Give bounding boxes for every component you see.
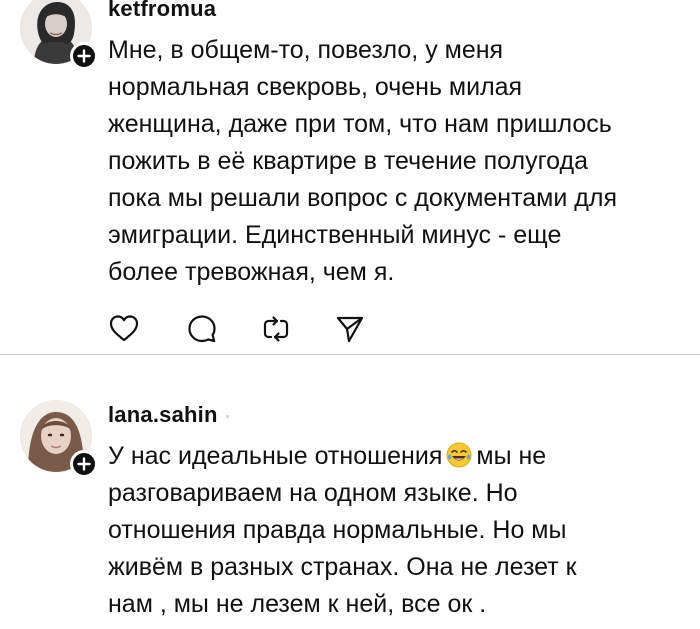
text-line: пожить в её квартире в течение полугода: [108, 147, 589, 175]
text-before-emoji: У нас идеальные отношения: [108, 442, 443, 470]
add-follow-badge[interactable]: [70, 42, 98, 70]
text-line: живём в разных странах. Она не лезет к: [108, 553, 577, 581]
text-line: эмиграции. Единственный минус - еще: [108, 221, 562, 249]
comment-button[interactable]: [186, 313, 218, 345]
plus-icon: [77, 49, 91, 63]
avatar[interactable]: [20, 0, 98, 70]
text-line: пока мы решали вопрос с документами для: [108, 184, 617, 212]
comment-icon: [188, 315, 216, 343]
text-line: нормальная свекровь, очень милая: [108, 73, 523, 101]
username[interactable]: ketfromua: [108, 0, 216, 22]
post-divider: [0, 354, 700, 355]
text-line: Мне, в общем-то, повезло, у меня: [108, 36, 504, 64]
post-text: У нас идеальные отношения мы не разговар…: [108, 438, 694, 623]
text-line: нам , мы не лезем к ней, все ок .: [108, 590, 487, 618]
text-after-emoji: мы не: [476, 442, 547, 470]
avatar[interactable]: [20, 400, 98, 478]
username-text: lana.sahin: [108, 402, 218, 427]
plus-icon: [77, 457, 91, 471]
text-line: отношения правда нормальные. Но мы: [108, 516, 567, 544]
thread-page: ketfromua Мне, в общем-то, повезло, у ме…: [0, 0, 700, 629]
text-line: более тревожная, чем я.: [108, 258, 395, 286]
repost-button[interactable]: [260, 313, 292, 345]
repost-icon: [263, 316, 289, 342]
add-follow-badge[interactable]: [70, 450, 98, 478]
text-line: У нас идеальные отношения мы не: [108, 438, 694, 475]
heart-icon: [109, 315, 139, 342]
separator-dot: [225, 414, 229, 418]
like-button[interactable]: [108, 313, 140, 345]
share-icon: [336, 316, 364, 343]
post-text: Мне, в общем-то, повезло, у меня нормаль…: [108, 32, 694, 291]
username[interactable]: lana.sahin: [108, 402, 229, 428]
text-line: разговариваем на одном языке. Но: [108, 479, 518, 507]
face-with-tears-of-joy-emoji: [446, 442, 472, 468]
text-line: женщина, даже при том, что нам пришлось: [108, 110, 612, 138]
share-button[interactable]: [334, 313, 366, 345]
